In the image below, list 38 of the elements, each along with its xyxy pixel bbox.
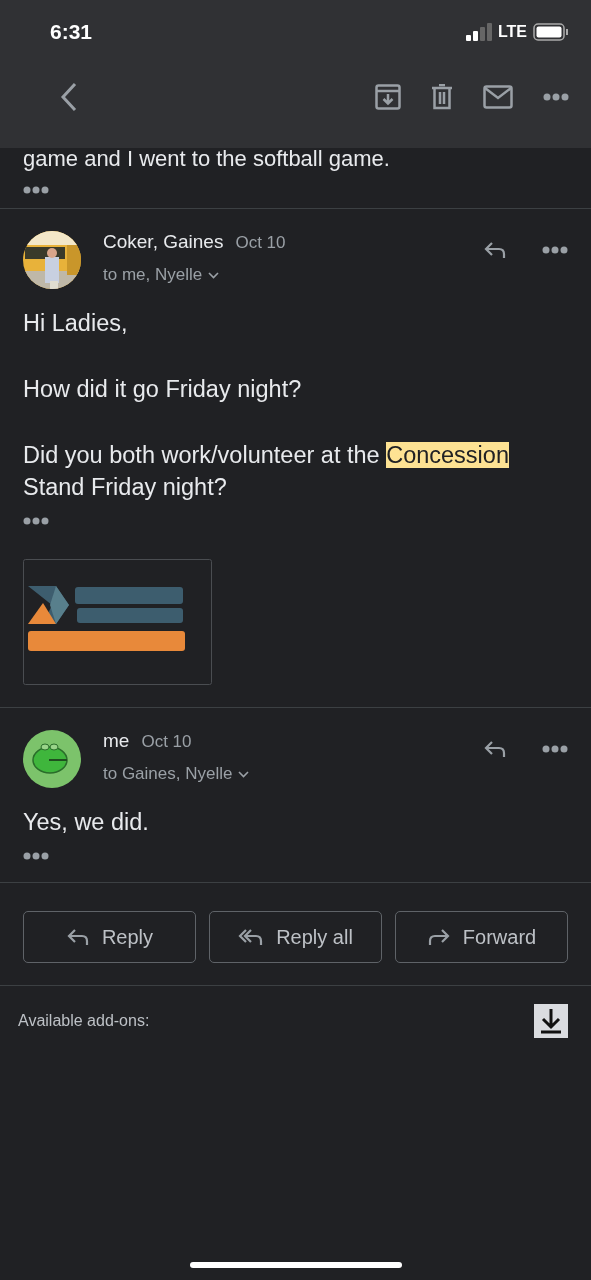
chevron-icon	[238, 770, 250, 778]
message-text: Did you both work/volunteer at the Concession Stand Friday night?	[23, 441, 510, 502]
recipients-toggle[interactable]: to Gaines, Nyelle	[103, 764, 250, 784]
forward-button[interactable]: Forward	[395, 911, 568, 963]
message-text: How did it go Friday night?	[23, 375, 303, 404]
download-icon[interactable]	[534, 1004, 568, 1038]
delete-icon[interactable]	[431, 84, 453, 110]
addons-label: Available add-ons:	[18, 1012, 150, 1030]
message-text: game and I went to the softball game.	[23, 146, 391, 172]
reply-icon[interactable]	[482, 239, 508, 261]
recipients-toggle[interactable]: to me, Nyelle	[103, 265, 220, 285]
message-date: Oct 10	[141, 732, 192, 752]
more-icon[interactable]	[542, 246, 568, 254]
mail-icon[interactable]	[483, 85, 513, 109]
sender-name: me	[103, 730, 130, 752]
expand-icon[interactable]	[23, 186, 49, 194]
reply-all-button[interactable]: Reply all	[209, 911, 382, 963]
expand-icon[interactable]	[23, 517, 49, 525]
expand-icon[interactable]	[23, 852, 49, 860]
reply-icon[interactable]	[482, 738, 508, 760]
message-text: Hi Ladies,	[23, 309, 129, 338]
message-text: Yes, we did.	[23, 808, 150, 837]
forward-icon	[426, 926, 451, 948]
signal-icon	[465, 23, 492, 41]
network-label: LTE	[497, 23, 527, 41]
archive-icon[interactable]	[375, 84, 401, 110]
reply-icon	[65, 926, 90, 948]
back-icon[interactable]	[60, 82, 78, 112]
message-date: Oct 10	[235, 233, 286, 253]
status-time: 6:31	[50, 20, 93, 44]
avatar-icon	[23, 730, 81, 788]
chevron-icon	[208, 271, 220, 279]
sender-name: Coker, Gaines	[103, 231, 224, 253]
more-icon[interactable]	[542, 745, 568, 753]
reply-all-icon	[238, 926, 265, 948]
battery-icon	[533, 23, 569, 41]
more-icon[interactable]	[543, 93, 569, 101]
reply-button[interactable]: Reply	[23, 911, 196, 963]
